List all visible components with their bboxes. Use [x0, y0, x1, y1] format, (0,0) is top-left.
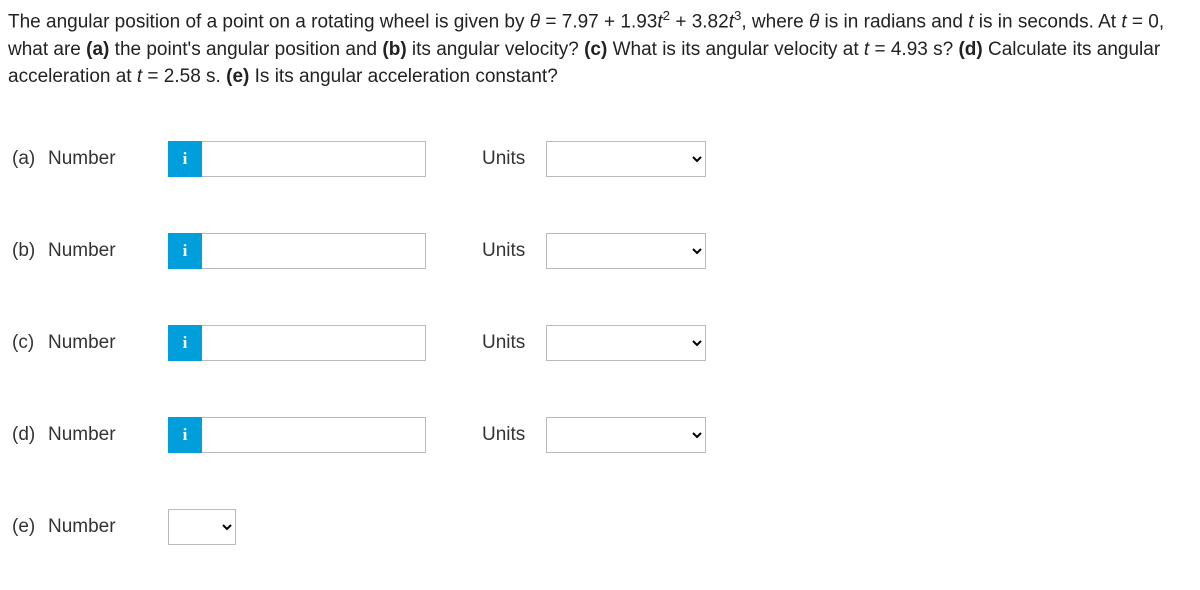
- answer-row-c: (c) Number i Units: [12, 325, 1192, 361]
- number-label-c: Number: [48, 329, 168, 357]
- number-label-e: Number: [48, 513, 168, 541]
- part-label-b: (b): [12, 237, 48, 265]
- info-icon[interactable]: i: [168, 325, 202, 361]
- answer-row-e: (e) Number: [12, 509, 1192, 545]
- answer-row-b: (b) Number i Units: [12, 233, 1192, 269]
- number-input-d[interactable]: [202, 417, 426, 453]
- units-label-b: Units: [482, 237, 546, 265]
- answer-section: (a) Number i Units (b) Number i Units (c…: [8, 121, 1192, 545]
- units-label-d: Units: [482, 421, 546, 449]
- units-select-a[interactable]: [546, 141, 706, 177]
- part-label-c: (c): [12, 329, 48, 357]
- number-input-a[interactable]: [202, 141, 426, 177]
- units-select-c[interactable]: [546, 325, 706, 361]
- part-label-d: (d): [12, 421, 48, 449]
- number-label-b: Number: [48, 237, 168, 265]
- part-label-e: (e): [12, 513, 48, 541]
- answer-row-a: (a) Number i Units: [12, 141, 1192, 177]
- info-icon[interactable]: i: [168, 417, 202, 453]
- answer-select-e[interactable]: [168, 509, 236, 545]
- number-input-c[interactable]: [202, 325, 426, 361]
- units-select-d[interactable]: [546, 417, 706, 453]
- units-label-c: Units: [482, 329, 546, 357]
- number-label-d: Number: [48, 421, 168, 449]
- part-label-a: (a): [12, 145, 48, 173]
- info-icon[interactable]: i: [168, 233, 202, 269]
- question-text: The angular position of a point on a rot…: [8, 6, 1192, 91]
- number-label-a: Number: [48, 145, 168, 173]
- units-select-b[interactable]: [546, 233, 706, 269]
- info-icon[interactable]: i: [168, 141, 202, 177]
- answer-row-d: (d) Number i Units: [12, 417, 1192, 453]
- units-label-a: Units: [482, 145, 546, 173]
- number-input-b[interactable]: [202, 233, 426, 269]
